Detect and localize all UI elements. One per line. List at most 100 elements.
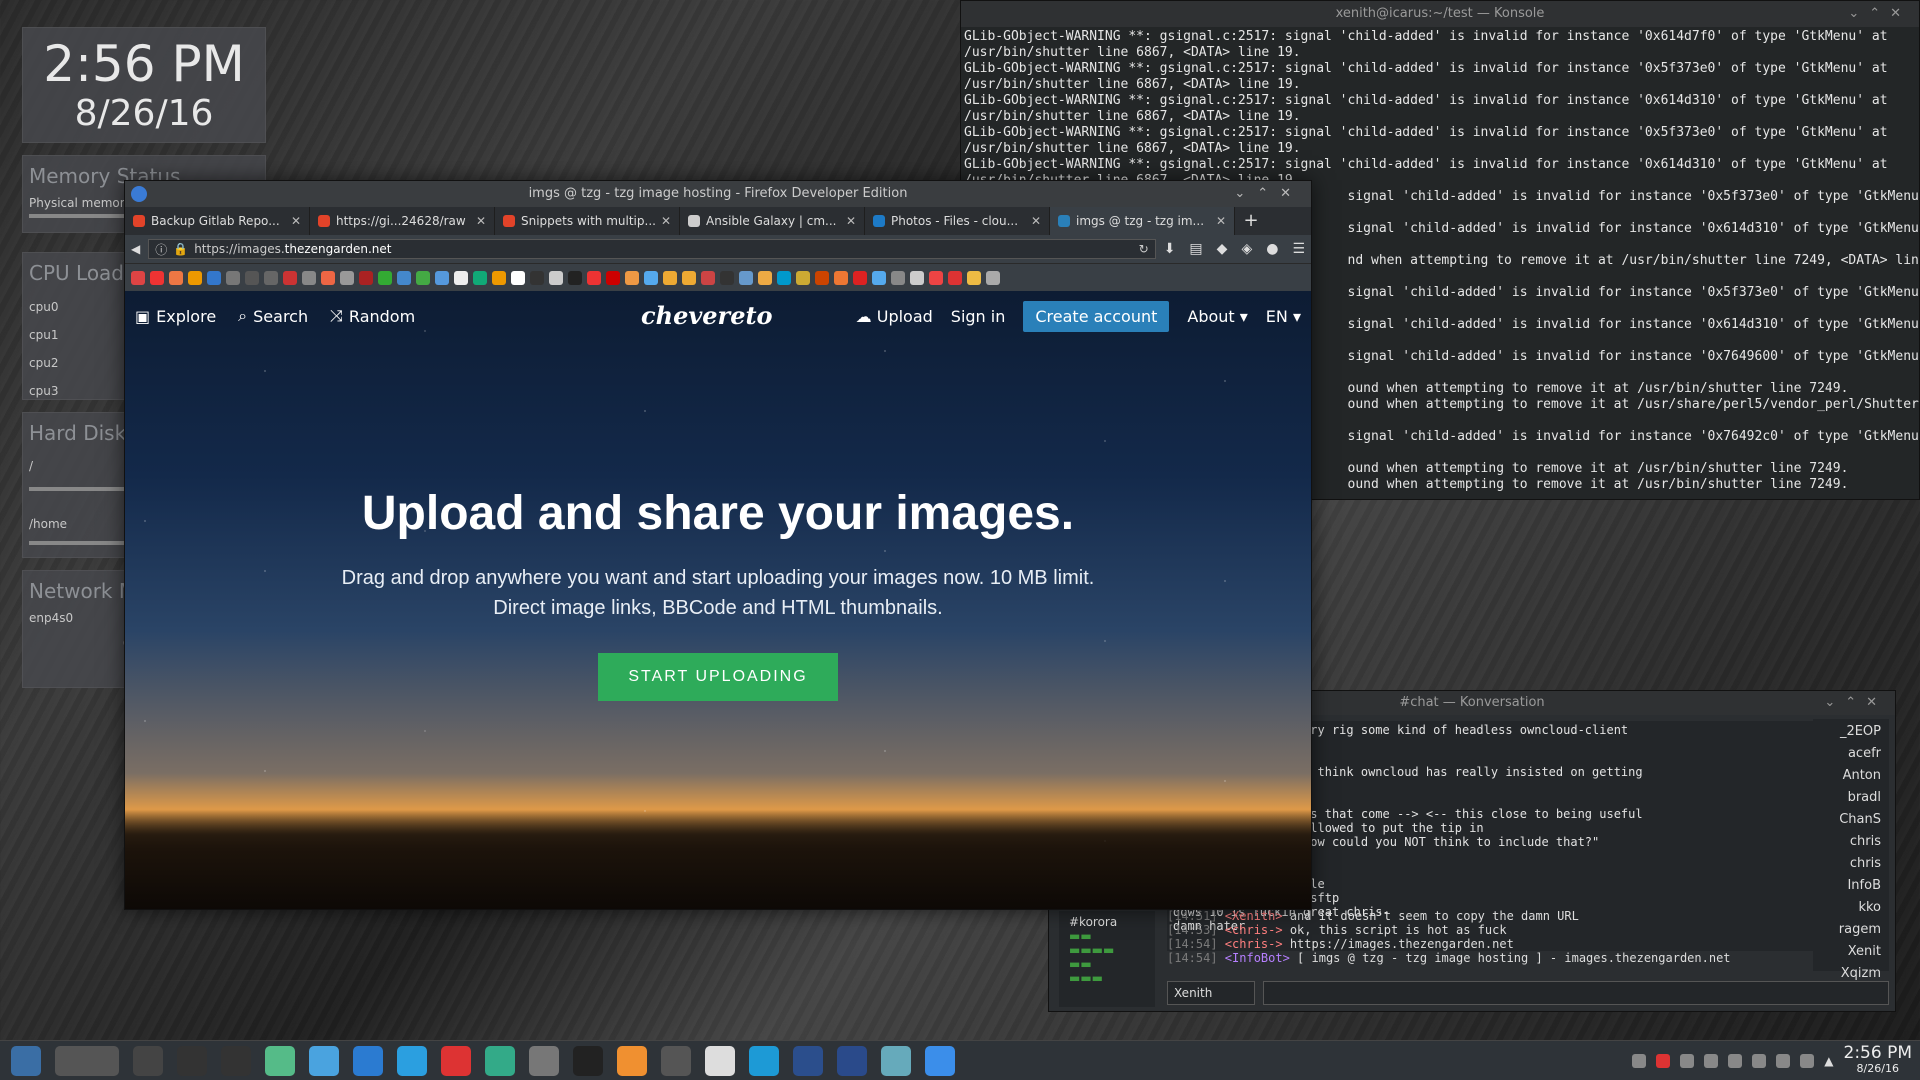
- bookmark-icon[interactable]: [986, 270, 1000, 285]
- bookmark-icon[interactable]: [264, 270, 278, 285]
- browser-tab[interactable]: Photos - Files - clou... ✕: [865, 207, 1050, 235]
- bookmark-icon[interactable]: [777, 270, 791, 285]
- chat-nick[interactable]: <InfoBot>: [1218, 951, 1290, 965]
- network-icon[interactable]: [1752, 1054, 1767, 1068]
- bookmark-icon[interactable]: [587, 270, 601, 285]
- bookmark-icon[interactable]: [815, 270, 829, 285]
- app-launcher-icon[interactable]: [11, 1045, 41, 1076]
- battery-icon[interactable]: [1704, 1054, 1719, 1068]
- bookmark-icon[interactable]: [302, 270, 316, 285]
- info-icon[interactable]: ⓘ: [155, 241, 167, 258]
- menu-icon[interactable]: ☰: [1292, 241, 1305, 257]
- bookmark-icon[interactable]: [758, 270, 772, 285]
- bookmark-icon[interactable]: [644, 270, 658, 285]
- cloud-icon[interactable]: [1680, 1054, 1695, 1068]
- browser-tab[interactable]: Backup Gitlab Repo... ✕: [125, 207, 310, 235]
- bookmark-icon[interactable]: [929, 270, 943, 285]
- bulb-icon[interactable]: [1728, 1054, 1743, 1068]
- chat-input[interactable]: [1263, 981, 1889, 1005]
- github-icon[interactable]: ●: [1266, 241, 1278, 257]
- task-icon[interactable]: [661, 1045, 691, 1076]
- bookmark-icon[interactable]: [226, 270, 240, 285]
- bookmark-icon[interactable]: [131, 270, 145, 285]
- nick-item[interactable]: chris: [1815, 853, 1881, 875]
- web-page[interactable]: ▣ Explore ⌕ Search ⤨ Random chevereto ☁ Upl…: [125, 291, 1311, 909]
- new-tab-button[interactable]: +: [1235, 207, 1267, 235]
- bookmark-icon[interactable]: [340, 270, 354, 285]
- nick-item[interactable]: Xenit: [1815, 941, 1881, 963]
- about-menu[interactable]: About ▾: [1187, 307, 1247, 326]
- task-icon[interactable]: [397, 1045, 427, 1076]
- random-link[interactable]: ⤨ Random: [330, 306, 415, 326]
- task-icon[interactable]: [749, 1045, 779, 1076]
- bookmark-icon[interactable]: [606, 270, 620, 285]
- task-icon[interactable]: [573, 1045, 603, 1076]
- task-icon[interactable]: [529, 1045, 559, 1076]
- volume-icon[interactable]: [1800, 1054, 1815, 1068]
- close-tab-icon[interactable]: ✕: [476, 214, 486, 228]
- task-icon[interactable]: [441, 1045, 471, 1076]
- url-bar[interactable]: ⓘ 🔒 https://images.thezengarden.net ↻: [148, 239, 1156, 259]
- firefox-titlebar[interactable]: imgs @ tzg - tzg image hosting - Firefox…: [125, 181, 1311, 207]
- tray-expand-icon[interactable]: ▲: [1824, 1054, 1833, 1068]
- nick-item[interactable]: kko: [1815, 897, 1881, 919]
- bookmark-icon[interactable]: [739, 270, 753, 285]
- bookmark-icon[interactable]: [549, 270, 563, 285]
- bookmark-icon[interactable]: [416, 270, 430, 285]
- bookmark-icon[interactable]: [150, 270, 164, 285]
- bookmark-icon[interactable]: [625, 270, 639, 285]
- search-link[interactable]: ⌕ Search: [238, 306, 308, 326]
- bookmark-icon[interactable]: [188, 270, 202, 285]
- chat-icon[interactable]: [1656, 1054, 1671, 1068]
- bookmark-icon[interactable]: [530, 270, 544, 285]
- bookmark-icon[interactable]: [967, 270, 981, 285]
- chat-nick[interactable]: <chris->: [1218, 937, 1283, 951]
- task-icon[interactable]: [221, 1045, 251, 1076]
- bookmark-icon[interactable]: [682, 270, 696, 285]
- start-uploading-button[interactable]: START UPLOADING: [598, 653, 838, 701]
- nick-selector[interactable]: Xenith: [1167, 981, 1255, 1005]
- back-icon[interactable]: ◀: [131, 242, 140, 256]
- bookmark-icon[interactable]: [948, 270, 962, 285]
- bookmark-icon[interactable]: [283, 270, 297, 285]
- channel-list[interactable]: #korora ▬▬ ▬▬▬▬ ▬▬ ▬▬▬: [1059, 911, 1155, 1007]
- upload-link[interactable]: ☁ Upload: [856, 307, 933, 326]
- sign-in-link[interactable]: Sign in: [951, 307, 1006, 326]
- reload-icon[interactable]: ↻: [1139, 242, 1149, 256]
- bookmark-icon[interactable]: [378, 270, 392, 285]
- download-icon[interactable]: ⬇: [1164, 241, 1176, 257]
- nick-item[interactable]: bradl: [1815, 787, 1881, 809]
- bookmark-icon[interactable]: [245, 270, 259, 285]
- nick-item[interactable]: ChanS: [1815, 809, 1881, 831]
- site-logo[interactable]: chevereto: [641, 301, 773, 330]
- task-icon[interactable]: [265, 1045, 295, 1076]
- window-controls[interactable]: ⌄⌃✕: [1848, 1, 1911, 27]
- reader-icon[interactable]: ▤: [1189, 241, 1202, 257]
- bookmark-icon[interactable]: [397, 270, 411, 285]
- browser-tab[interactable]: Snippets with multip... ✕: [495, 207, 680, 235]
- task-icon[interactable]: [353, 1045, 383, 1076]
- close-tab-icon[interactable]: ✕: [1216, 214, 1226, 228]
- close-tab-icon[interactable]: ✕: [846, 214, 856, 228]
- extension-icon[interactable]: ◆: [1217, 241, 1228, 257]
- display-icon[interactable]: [1776, 1054, 1791, 1068]
- bookmark-icon[interactable]: [720, 270, 734, 285]
- task-icon[interactable]: [925, 1045, 955, 1076]
- task-icon[interactable]: [309, 1045, 339, 1076]
- bookmark-icon[interactable]: [511, 270, 525, 285]
- task-icon[interactable]: [177, 1045, 207, 1076]
- chat-nick[interactable]: <Xenith>: [1218, 909, 1283, 923]
- browser-tab[interactable]: imgs @ tzg - tzg im... ✕: [1050, 207, 1235, 235]
- notification-icon[interactable]: [1632, 1054, 1647, 1068]
- task-icon[interactable]: [55, 1045, 119, 1076]
- channel-item[interactable]: #korora: [1069, 915, 1145, 929]
- bookmark-icon[interactable]: [701, 270, 715, 285]
- konsole-titlebar[interactable]: xenith@icarus:~/test — Konsole ⌄⌃✕: [961, 1, 1919, 27]
- lock-icon[interactable]: 🔒: [173, 242, 188, 256]
- create-account-button[interactable]: Create account: [1023, 300, 1170, 332]
- close-tab-icon[interactable]: ✕: [661, 214, 671, 228]
- nick-item[interactable]: acefr: [1815, 743, 1881, 765]
- firefox-window[interactable]: imgs @ tzg - tzg image hosting - Firefox…: [124, 180, 1312, 910]
- bookmark-icon[interactable]: [834, 270, 848, 285]
- task-icon[interactable]: [837, 1045, 867, 1076]
